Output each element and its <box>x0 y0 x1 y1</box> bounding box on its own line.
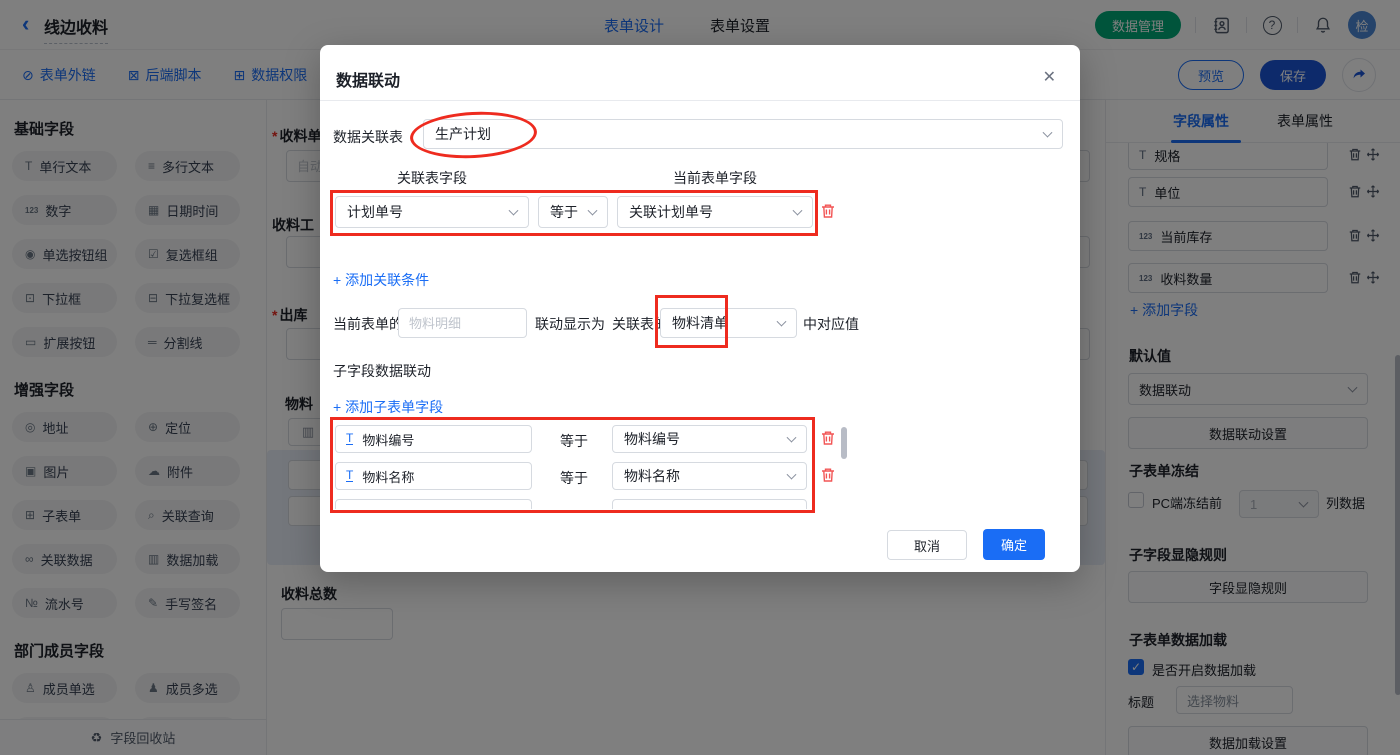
linkage-display-label: 联动显示为 <box>535 316 605 332</box>
dialog-title: 数据联动 <box>336 73 401 90</box>
add-subform-field-link[interactable]: + 添加子表单字段 <box>333 397 443 417</box>
relation-field-select[interactable]: 物料清单 <box>660 308 797 338</box>
delete-subfield-icon[interactable] <box>820 429 836 447</box>
condition-target-select[interactable]: 关联计划单号 <box>617 196 813 228</box>
divider <box>320 100 1080 101</box>
subfield-target-material-name[interactable]: 物料名称 <box>612 462 807 490</box>
current-form-field-input[interactable] <box>398 308 527 338</box>
subfield-linkage-label: 子字段数据联动 <box>333 363 431 379</box>
add-condition-link[interactable]: + 添加关联条件 <box>333 270 429 290</box>
subfield-target-material-no[interactable]: 物料编号 <box>612 425 807 453</box>
confirm-button[interactable]: 确定 <box>983 529 1045 560</box>
delete-subfield-icon[interactable] <box>820 466 836 484</box>
chevron-down-icon <box>792 205 803 216</box>
text-icon: T <box>346 431 354 445</box>
chevron-down-icon <box>1042 127 1053 138</box>
subfield-source-material-name[interactable]: T 物料名称 <box>335 462 532 490</box>
text-icon: T <box>346 468 354 482</box>
current-form-label: 当前表单的 <box>333 316 403 332</box>
chevron-down-icon <box>776 316 787 327</box>
column-header-right: 当前表单字段 <box>673 170 757 186</box>
chevron-down-icon <box>786 469 797 480</box>
data-linkage-dialog: 数据联动 ✕ 数据关联表 生产计划 关联表字段 当前表单字段 计划单号 等于 关… <box>320 45 1080 572</box>
subrows-scrollbar[interactable] <box>841 427 847 459</box>
chevron-down-icon <box>786 432 797 443</box>
cancel-button[interactable]: 取消 <box>887 530 967 560</box>
subfield-source-material-no[interactable]: T 物料编号 <box>335 425 532 453</box>
condition-field-select[interactable]: 计划单号 <box>335 196 529 228</box>
subfield-rows: T 物料编号 等于 物料编号 T 物料名称 等于 物料名称 <box>320 423 855 509</box>
subfield-target-partial[interactable] <box>612 499 807 509</box>
column-header-left: 关联表字段 <box>397 170 467 186</box>
chevron-down-icon <box>508 205 519 216</box>
delete-condition-icon[interactable] <box>820 202 836 220</box>
subfield-source-partial[interactable] <box>335 499 532 509</box>
condition-operator-select[interactable]: 等于 <box>538 196 608 228</box>
operator-label: 等于 <box>560 470 588 486</box>
operator-label: 等于 <box>560 433 588 449</box>
corresponding-value-label: 中对应值 <box>803 316 859 332</box>
relation-table-select[interactable]: 生产计划 <box>423 119 1063 149</box>
close-icon[interactable]: ✕ <box>1043 67 1056 87</box>
chevron-down-icon <box>587 205 598 216</box>
relation-table-label: 数据关联表 <box>333 129 403 145</box>
